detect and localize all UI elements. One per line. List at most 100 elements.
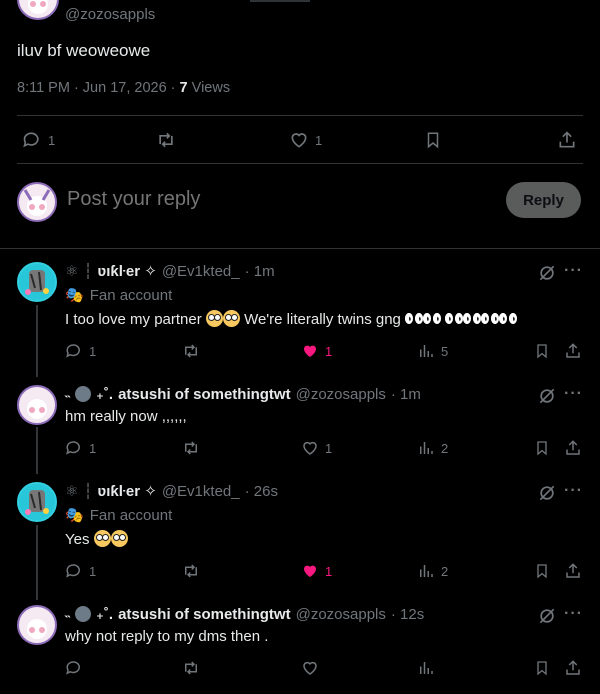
more-icon[interactable]: ···	[564, 482, 583, 500]
bookmark-action[interactable]	[534, 659, 550, 677]
repost-action[interactable]	[155, 130, 177, 150]
author-avatar[interactable]	[17, 0, 59, 20]
grok-icon[interactable]	[537, 483, 557, 503]
eyes-emoji-icon	[499, 313, 518, 325]
views-action[interactable]: 5	[417, 342, 448, 360]
repost-icon	[185, 344, 197, 358]
repost-icon	[159, 132, 173, 148]
timestamp[interactable]: · 1m	[391, 386, 421, 403]
timestamp[interactable]: · 26s	[245, 483, 278, 500]
views-count: 2	[441, 440, 449, 456]
more-icon[interactable]: ···	[564, 605, 583, 623]
display-name[interactable]: ʋıƙŀer ✧	[97, 482, 156, 500]
post-meta: 8:11 PM · Jun 17, 2026 · 7 Views	[17, 80, 230, 96]
bracket-icon: ┆	[83, 483, 93, 500]
reply-action[interactable]: 1	[65, 342, 96, 360]
views-icon	[420, 442, 433, 454]
bookmark-icon	[427, 132, 439, 149]
reply-text: I too love my partner We're literally tw…	[65, 310, 518, 328]
repost-action[interactable]	[181, 439, 201, 457]
more-icon[interactable]: ···	[564, 385, 583, 403]
bookmark-action[interactable]	[424, 130, 442, 150]
handle[interactable]: @zozosappls	[296, 606, 386, 623]
reply-icon	[66, 564, 80, 578]
like-action[interactable]: 1	[301, 342, 332, 360]
heart-icon	[303, 661, 317, 675]
eyes-emoji-icon	[405, 313, 424, 325]
reply-avatar[interactable]	[17, 482, 57, 522]
reply-avatar[interactable]	[17, 262, 57, 302]
like-action[interactable]: 1	[289, 130, 322, 150]
share-action[interactable]	[564, 342, 582, 360]
heart-icon	[291, 133, 307, 148]
share-action[interactable]	[564, 562, 582, 580]
label-text: Fan account	[89, 286, 173, 304]
section-divider	[0, 248, 600, 249]
moon-icon	[75, 386, 91, 402]
reply-text: why not reply to my dms then .	[65, 628, 269, 645]
mask-icon: 🎭	[65, 507, 84, 524]
timestamp[interactable]: · 1m	[245, 263, 275, 280]
name-prefix-icon: ˵	[65, 385, 70, 403]
post-text: iluv bf weoweowe	[17, 41, 151, 60]
like-action[interactable]: 1	[301, 562, 332, 580]
post-action-bar: 1 1	[17, 128, 583, 152]
moon-icon	[75, 606, 91, 622]
reply-action-bar: 1 1 5	[65, 342, 583, 362]
text-part: I too love my partner	[65, 311, 202, 328]
views-action[interactable]: 2	[417, 562, 448, 580]
views-action[interactable]: 2	[417, 439, 448, 457]
views-action[interactable]	[417, 659, 435, 677]
reply-button[interactable]: Reply	[506, 182, 581, 218]
share-action[interactable]	[564, 439, 582, 457]
like-action[interactable]	[301, 659, 319, 677]
reply-action[interactable]: 1	[65, 439, 96, 457]
handle[interactable]: @Ev1kted_	[162, 483, 240, 500]
bookmark-action[interactable]	[534, 342, 550, 360]
grok-icon[interactable]	[537, 263, 557, 283]
display-name[interactable]: ʋıƙŀer ✧	[97, 262, 156, 280]
reply-action[interactable]: 1	[65, 562, 96, 580]
reply-action[interactable]	[65, 659, 83, 677]
account-label: 🎭 Fan account	[65, 506, 172, 525]
grok-icon[interactable]	[537, 606, 557, 626]
author-handle[interactable]: @zozosappls	[65, 6, 155, 23]
repost-action[interactable]	[181, 659, 201, 677]
repost-action[interactable]	[181, 562, 201, 580]
display-name[interactable]: atsushi of somethingtwt	[118, 606, 291, 623]
composer-avatar	[17, 182, 57, 222]
views-icon	[420, 565, 433, 577]
reply-input[interactable]	[67, 188, 487, 211]
like-count: 1	[315, 132, 323, 148]
reply-text: Yes	[65, 530, 128, 548]
handle[interactable]: @Ev1kted_	[162, 263, 240, 280]
repost-icon	[185, 441, 197, 455]
eyes-emoji-icon	[481, 313, 500, 325]
views-count: 2	[441, 563, 449, 579]
reply-action[interactable]: 1	[22, 130, 55, 150]
repost-action[interactable]	[181, 342, 201, 360]
share-action[interactable]	[564, 659, 582, 677]
reply-icon	[23, 132, 39, 148]
handle[interactable]: @zozosappls	[296, 386, 386, 403]
views-count: 7	[179, 80, 188, 96]
bookmark-action[interactable]	[534, 562, 550, 580]
display-name[interactable]: atsushi of somethingtwt	[118, 386, 291, 403]
mask-icon: 🎭	[65, 287, 84, 304]
reply-avatar[interactable]	[17, 605, 57, 645]
text-part: We're literally twins gng	[244, 311, 401, 328]
name-prefix-icon: ˵	[65, 605, 70, 623]
like-count: 1	[325, 563, 333, 579]
reply-avatar[interactable]	[17, 385, 57, 425]
reply-count: 1	[48, 132, 56, 148]
timestamp[interactable]: · 12s	[391, 606, 424, 623]
share-icon	[566, 660, 580, 675]
grok-icon[interactable]	[537, 386, 557, 406]
flushed-emoji-icon	[222, 310, 240, 327]
more-icon[interactable]: ···	[564, 262, 583, 280]
like-action[interactable]: 1	[301, 439, 332, 457]
post-timestamp[interactable]: 8:11 PM · Jun 17, 2026 ·	[17, 80, 180, 96]
bookmark-action[interactable]	[534, 439, 550, 457]
share-action[interactable]	[557, 130, 577, 150]
reply-header: ˵ ₊˚. atsushi of somethingtwt @zozosappl…	[65, 605, 424, 624]
